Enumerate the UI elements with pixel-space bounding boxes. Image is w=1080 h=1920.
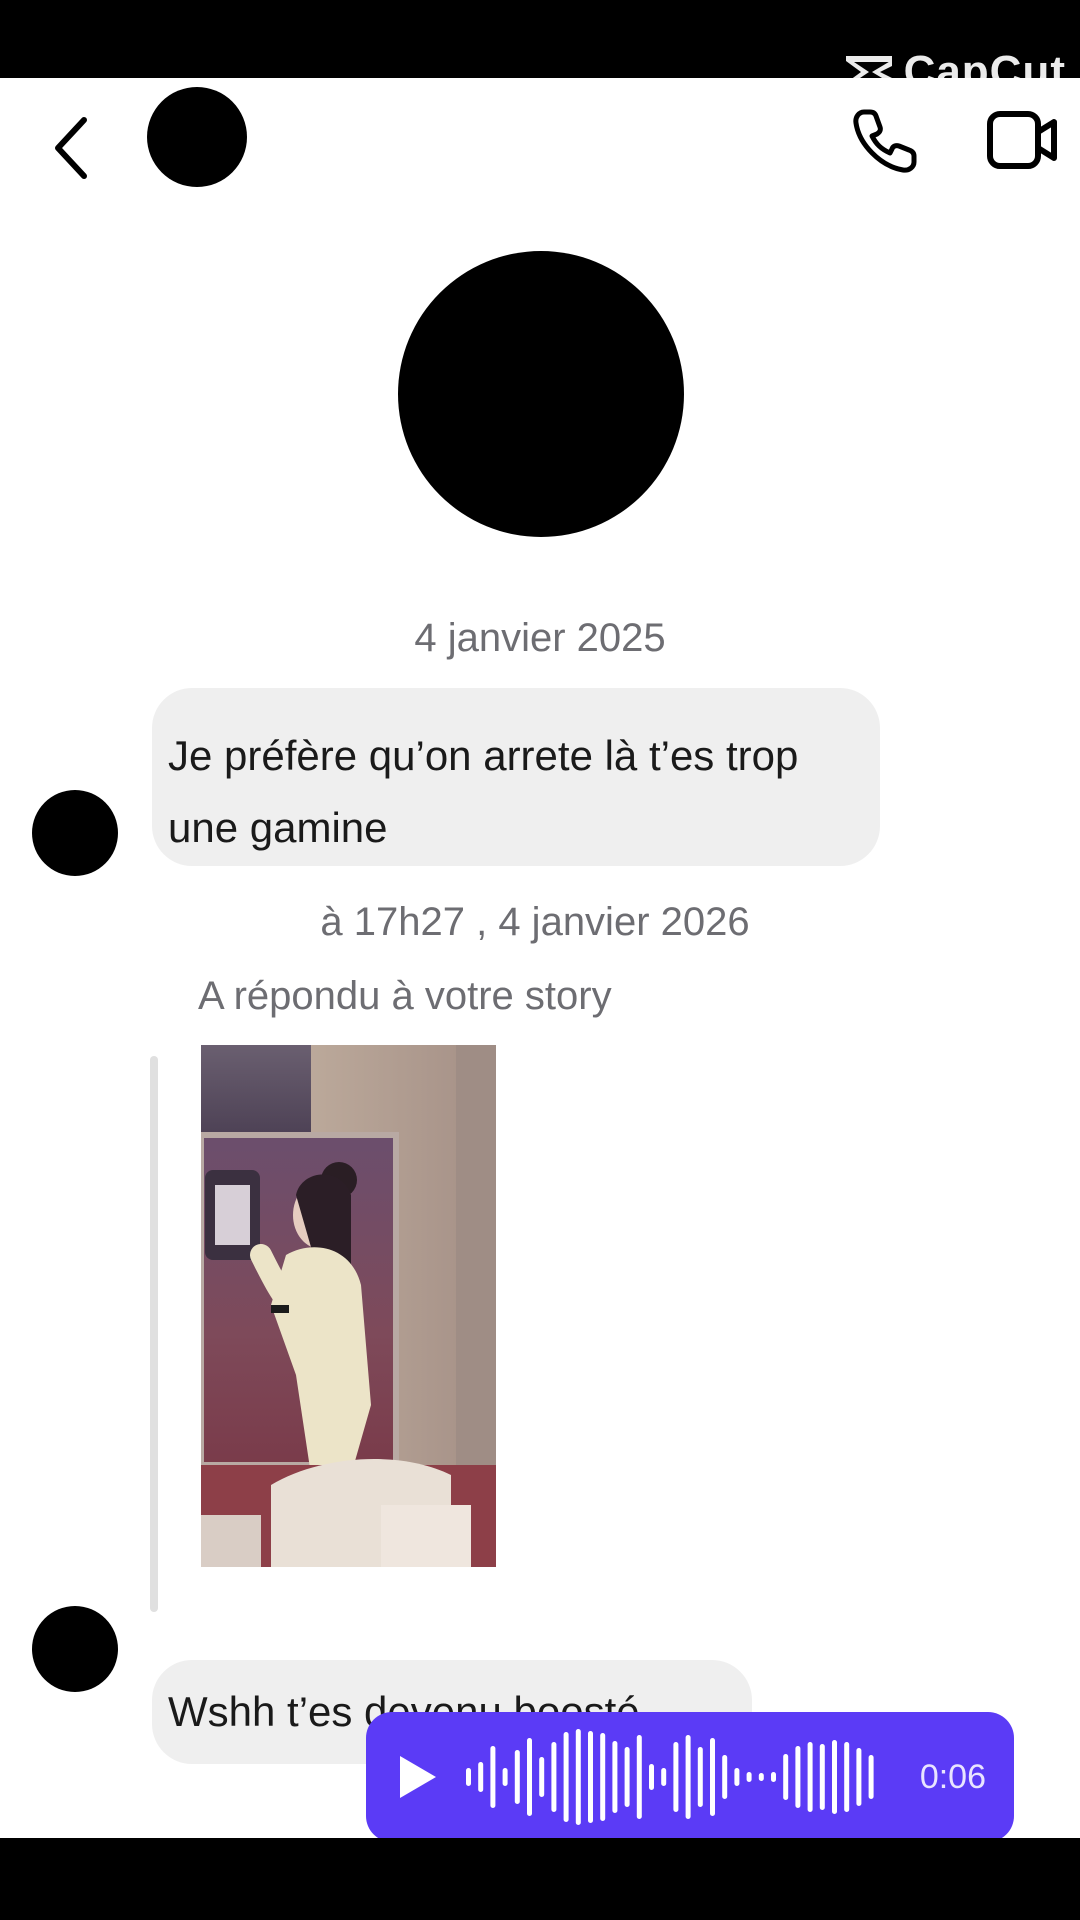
capcut-logo-icon <box>845 56 892 88</box>
waveform-bar <box>758 1773 764 1781</box>
back-button[interactable] <box>44 108 96 188</box>
waveform-bar <box>856 1748 862 1806</box>
waveform-bar <box>539 1757 545 1797</box>
timestamp: à 17h27 , 4 janvier 2026 <box>320 900 750 944</box>
waveform-bar <box>819 1744 825 1810</box>
capcut-watermark: CapCut <box>842 47 1066 96</box>
waveform-bar <box>844 1742 850 1812</box>
waveform-bar <box>575 1729 581 1825</box>
waveform-bar <box>649 1764 654 1790</box>
video-call-button[interactable] <box>986 108 1060 174</box>
story-reply-note: A répondu à votre story <box>198 974 612 1018</box>
waveform-bar <box>771 1772 776 1782</box>
waveform-bar <box>795 1746 801 1808</box>
date-separator: 4 janvier 2025 <box>414 616 666 660</box>
video-camera-icon <box>987 111 1057 169</box>
watermark-label: CapCut <box>903 47 1066 96</box>
phone-icon <box>853 109 917 173</box>
waveform-bar <box>502 1768 508 1786</box>
waveform-bar <box>588 1731 593 1823</box>
reply-indicator-line <box>150 1056 158 1612</box>
sender-avatar[interactable] <box>32 790 118 876</box>
waveform-bar <box>600 1733 606 1821</box>
waveform-bar <box>673 1742 679 1812</box>
waveform-bar <box>612 1741 618 1813</box>
waveform-bar <box>746 1772 752 1782</box>
voice-message[interactable]: 0:06 <box>366 1712 1014 1838</box>
waveform-bar <box>832 1740 837 1814</box>
waveform-bar <box>466 1768 471 1786</box>
waveform-bar <box>490 1746 496 1808</box>
waveform-bar <box>734 1768 740 1786</box>
waveform-bar <box>710 1738 715 1816</box>
profile-avatar[interactable] <box>398 251 684 537</box>
audio-waveform <box>466 1729 874 1825</box>
sender-avatar[interactable] <box>32 1606 118 1692</box>
waveform-bar <box>685 1735 691 1819</box>
waveform-bar <box>514 1750 520 1804</box>
header-avatar[interactable] <box>147 87 247 187</box>
audio-call-button[interactable] <box>850 106 920 176</box>
waveform-bar <box>868 1755 874 1799</box>
waveform-bar <box>563 1732 569 1822</box>
waveform-bar <box>527 1738 532 1816</box>
voice-duration: 0:06 <box>919 1758 986 1796</box>
waveform-bar <box>636 1735 642 1819</box>
bottom-strip <box>0 1838 1080 1920</box>
incoming-message[interactable]: Je préfère qu’on arrete là t’es trop une… <box>152 688 880 866</box>
waveform-bar <box>783 1754 789 1800</box>
waveform-bar <box>697 1747 703 1807</box>
waveform-bar <box>624 1747 630 1807</box>
waveform-bar <box>478 1762 484 1792</box>
waveform-bar <box>722 1755 728 1799</box>
chevron-left-icon <box>55 117 87 179</box>
waveform-bar <box>661 1768 667 1786</box>
waveform-bar <box>551 1742 557 1812</box>
chat-screen: 4 janvier 2025 Je préfère qu’on arrete l… <box>0 78 1080 1838</box>
waveform-bar <box>807 1742 813 1812</box>
play-icon[interactable] <box>396 1752 440 1802</box>
story-thumbnail[interactable] <box>201 1045 496 1567</box>
story-photo <box>201 1045 496 1567</box>
